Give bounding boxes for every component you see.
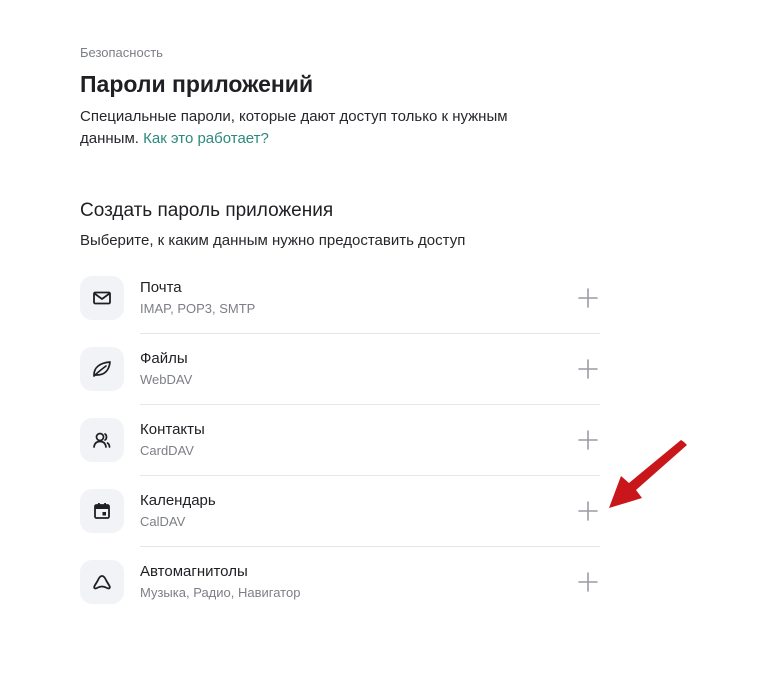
car-audio-icon bbox=[80, 560, 124, 604]
contacts-icon bbox=[80, 418, 124, 462]
plus-icon[interactable] bbox=[578, 501, 598, 521]
plus-icon[interactable] bbox=[578, 288, 598, 308]
list-item-contacts[interactable]: Контакты CardDAV bbox=[80, 405, 600, 476]
annotation-arrow-icon bbox=[609, 440, 687, 508]
item-protocols: CardDAV bbox=[140, 443, 194, 458]
item-protocols: Музыка, Радио, Навигатор bbox=[140, 585, 301, 600]
list-item-files[interactable]: Файлы WebDAV bbox=[80, 334, 600, 405]
item-protocols: WebDAV bbox=[140, 372, 193, 387]
page-title: Пароли приложений bbox=[80, 71, 314, 97]
plus-icon[interactable] bbox=[578, 359, 598, 379]
leaf-icon bbox=[80, 347, 124, 391]
breadcrumb[interactable]: Безопасность bbox=[80, 45, 163, 61]
mail-icon bbox=[80, 276, 124, 320]
item-label: Файлы bbox=[140, 350, 188, 367]
calendar-icon bbox=[80, 489, 124, 533]
page-description: Специальные пароли, которые дают доступ … bbox=[80, 106, 560, 150]
plus-icon[interactable] bbox=[578, 572, 598, 592]
section-subtitle: Выберите, к каким данным нужно предостав… bbox=[80, 232, 466, 249]
section-title: Создать пароль приложения bbox=[80, 200, 334, 221]
how-it-works-link[interactable]: Как это работает? bbox=[143, 130, 269, 147]
list-item-mail[interactable]: Почта IMAP, POP3, SMTP bbox=[80, 263, 600, 334]
item-label: Автомагнитолы bbox=[140, 563, 248, 580]
list-item-car-audio[interactable]: Автомагнитолы Музыка, Радио, Навигатор bbox=[80, 547, 600, 618]
item-label: Календарь bbox=[140, 492, 216, 509]
item-protocols: IMAP, POP3, SMTP bbox=[140, 301, 256, 316]
app-password-type-list: Почта IMAP, POP3, SMTP Файлы WebDAV Конт… bbox=[80, 263, 600, 618]
item-protocols: CalDAV bbox=[140, 514, 186, 529]
item-label: Контакты bbox=[140, 421, 205, 438]
list-item-calendar[interactable]: Календарь CalDAV bbox=[80, 476, 600, 547]
plus-icon[interactable] bbox=[578, 430, 598, 450]
item-label: Почта bbox=[140, 279, 182, 296]
